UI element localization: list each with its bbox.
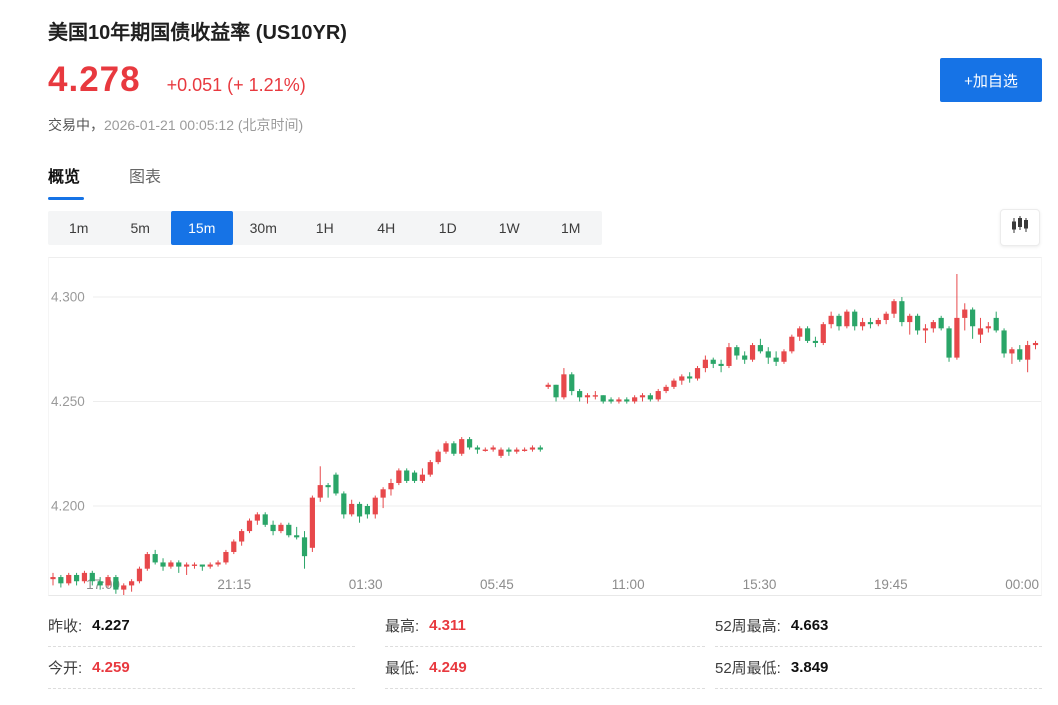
stats-column-1: 昨收: 4.227 今开: 4.259	[48, 605, 355, 689]
stat-52w-low-value: 3.849	[791, 659, 829, 676]
stat-52w-high: 52周最高: 4.663	[715, 605, 1042, 647]
stat-low-value: 4.249	[429, 659, 467, 676]
stat-52w-high-label: 52周最高:	[715, 615, 781, 636]
interval-4h[interactable]: 4H	[356, 211, 418, 245]
tab-chart-label: 图表	[129, 169, 161, 186]
svg-text:4.200: 4.200	[51, 499, 85, 514]
interval-15m[interactable]: 15m	[171, 211, 233, 245]
svg-text:01:30: 01:30	[349, 577, 383, 592]
stat-low: 最低: 4.249	[385, 647, 705, 689]
svg-text:4.300: 4.300	[51, 290, 85, 305]
tab-overview-label: 概览	[48, 169, 80, 186]
last-price: 4.278	[48, 60, 141, 100]
stats-column-3: 52周最高: 4.663 52周最低: 3.849	[715, 605, 1042, 689]
stat-52w-low: 52周最低: 3.849	[715, 647, 1042, 689]
stat-high-value: 4.311	[429, 617, 466, 634]
add-watchlist-button[interactable]: +加自选	[940, 58, 1042, 102]
status-row: 交易中，2026-01-21 00:05:12 (北京时间)	[48, 115, 303, 135]
price-change: +0.051 (+ 1.21%)	[167, 75, 306, 96]
svg-text:11:00: 11:00	[612, 577, 645, 592]
stats-column-2: 最高: 4.311 最低: 4.249	[385, 605, 705, 689]
interval-1w[interactable]: 1W	[479, 211, 541, 245]
page-title: 美国10年期国债收益率 (US10YR)	[48, 16, 347, 45]
quote-timestamp: 2026-01-21 00:05:12 (北京时间)	[104, 117, 303, 133]
interval-30m[interactable]: 30m	[233, 211, 295, 245]
interval-1m[interactable]: 1m	[48, 211, 110, 245]
svg-text:05:45: 05:45	[480, 577, 514, 592]
stat-52w-high-value: 4.663	[791, 617, 829, 634]
stat-high: 最高: 4.311	[385, 605, 705, 647]
interval-1h[interactable]: 1H	[294, 211, 356, 245]
stat-52w-low-label: 52周最低:	[715, 657, 781, 678]
svg-text:21:15: 21:15	[217, 577, 251, 592]
chart-toolbar: 1m 5m 15m 30m 1H 4H 1D 1W 1M	[48, 211, 1042, 247]
interval-bar: 1m 5m 15m 30m 1H 4H 1D 1W 1M	[48, 211, 602, 245]
quote-stats: 昨收: 4.227 今开: 4.259 最高: 4.311 最低: 4.249 …	[48, 605, 1042, 689]
svg-text:4.250: 4.250	[51, 394, 85, 409]
candlestick-chart[interactable]: 4.3004.2504.20017:0021:1501:3005:4511:00…	[48, 257, 1042, 596]
stat-low-label: 最低:	[385, 657, 419, 678]
candlestick-chart-icon	[1009, 215, 1031, 240]
tab-bar: 概览 图表	[48, 163, 210, 200]
svg-text:00:00: 00:00	[1005, 577, 1039, 592]
stat-prev-close-label: 昨收:	[48, 615, 82, 636]
kline-svg: 4.3004.2504.20017:0021:1501:3005:4511:00…	[49, 258, 1041, 595]
svg-text:19:45: 19:45	[874, 577, 908, 592]
stat-open-value: 4.259	[92, 659, 130, 676]
interval-1d[interactable]: 1D	[417, 211, 479, 245]
tab-overview[interactable]: 概览	[48, 163, 80, 200]
price-row: 4.278 +0.051 (+ 1.21%)	[48, 60, 306, 100]
active-tab-underline	[48, 197, 84, 200]
stat-prev-close-value: 4.227	[92, 617, 130, 634]
interval-1mo[interactable]: 1M	[540, 211, 602, 245]
interval-5m[interactable]: 5m	[110, 211, 172, 245]
trading-status: 交易中，	[48, 117, 104, 133]
tab-chart[interactable]: 图表	[129, 163, 161, 200]
stat-high-label: 最高:	[385, 615, 419, 636]
stat-open-label: 今开:	[48, 657, 82, 678]
stat-prev-close: 昨收: 4.227	[48, 605, 355, 647]
stat-open: 今开: 4.259	[48, 647, 355, 689]
svg-text:15:30: 15:30	[743, 577, 777, 592]
chart-type-button[interactable]	[1000, 209, 1040, 246]
